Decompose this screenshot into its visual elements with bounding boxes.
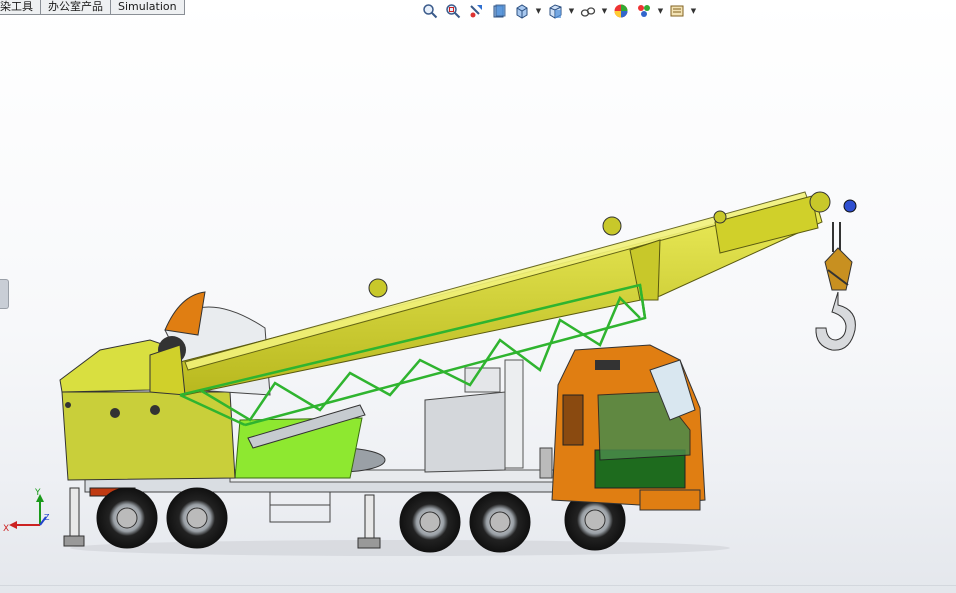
viewport-bottom-border xyxy=(0,585,956,586)
deck-cabin xyxy=(424,359,553,479)
triad-x-label: X xyxy=(3,524,9,534)
coordinate-triad: Y X Z xyxy=(3,488,50,534)
truck-cab xyxy=(551,344,706,511)
crane-boom xyxy=(149,191,823,396)
ground-shadow xyxy=(70,540,730,556)
model-viewport[interactable]: Y X Z xyxy=(0,0,956,593)
triad-z-label: Z xyxy=(44,513,50,522)
triad-y-label: Y xyxy=(34,488,41,498)
